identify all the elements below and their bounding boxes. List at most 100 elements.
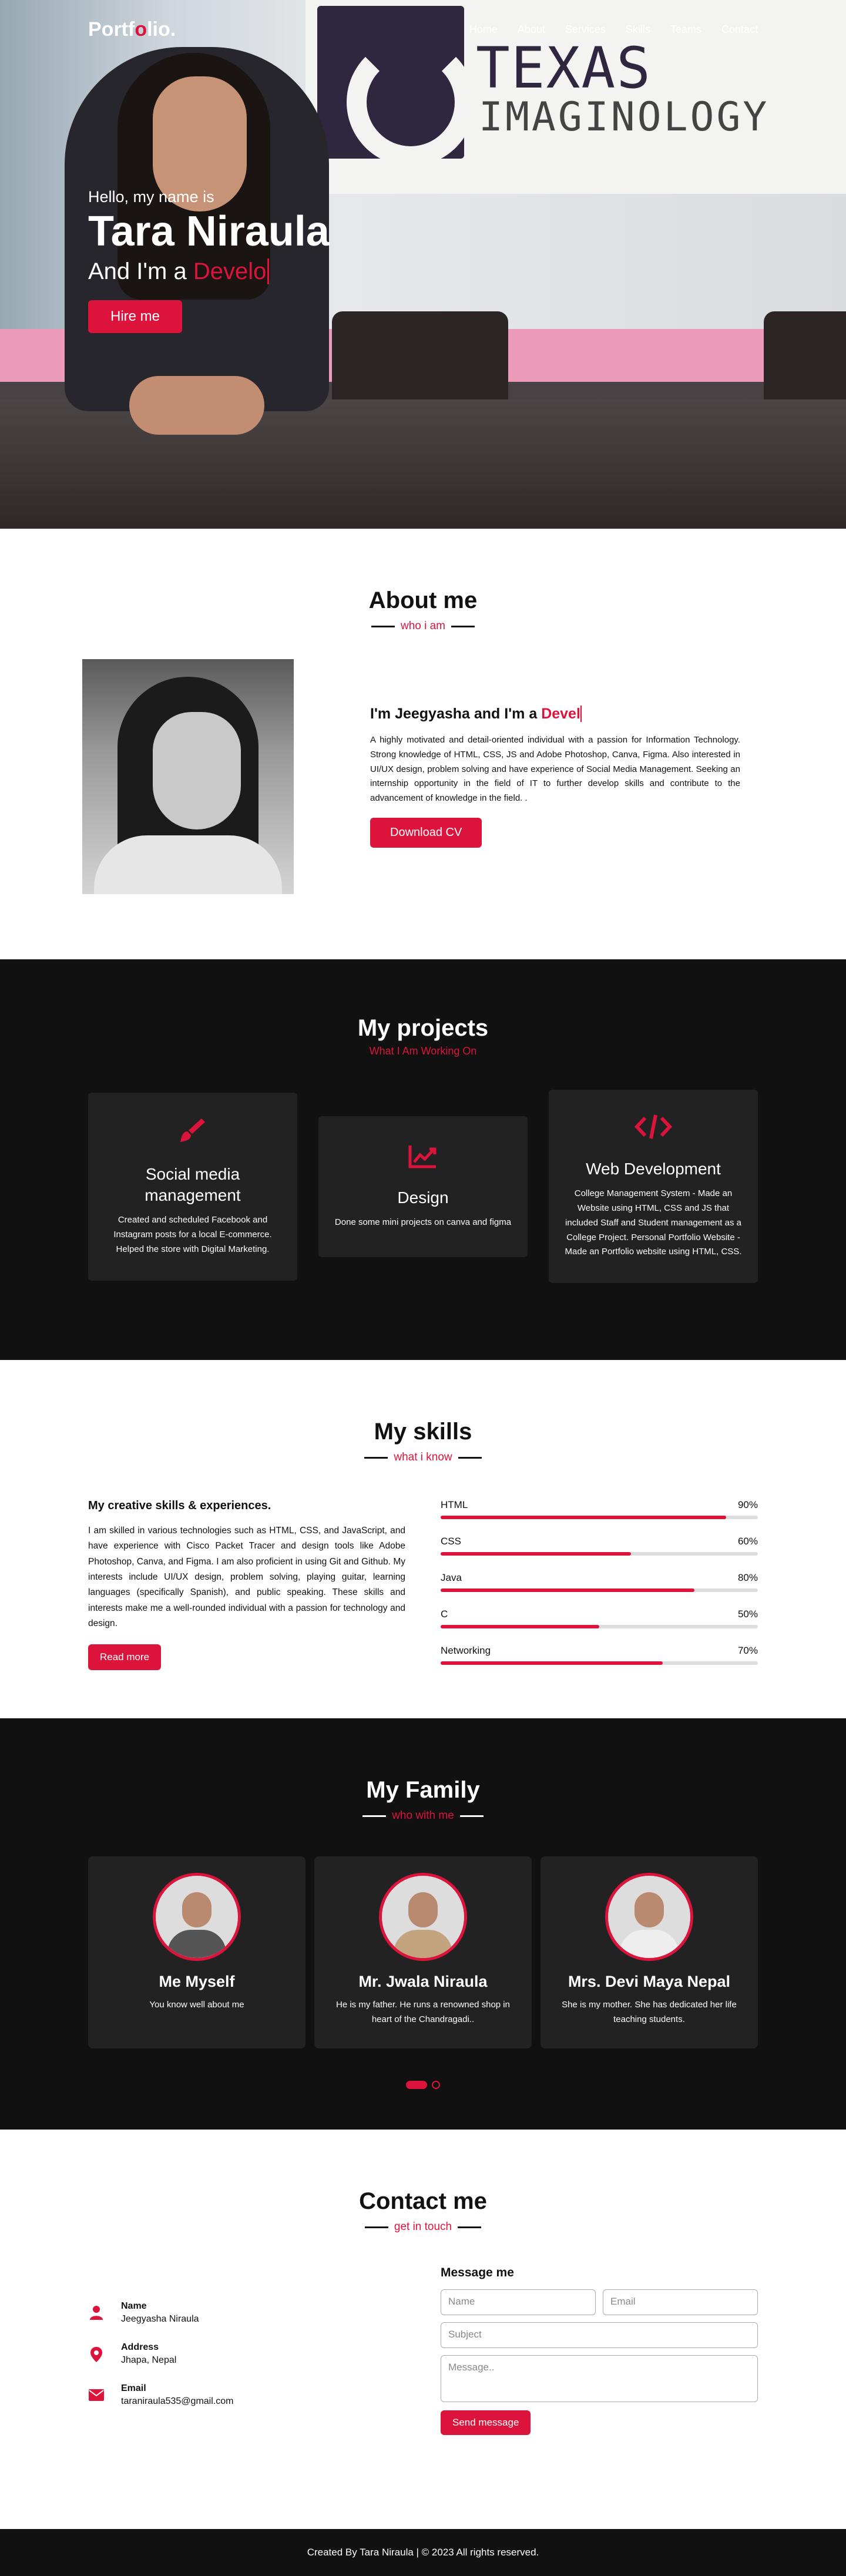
- family-card: Mr. Jwala Niraula He is my father. He ru…: [314, 1856, 532, 2048]
- photo-face: [153, 712, 241, 829]
- skill-track: [441, 1588, 758, 1592]
- hero-text: Hello, my name is Tara Niraula And I'm a…: [88, 188, 330, 334]
- name-field[interactable]: Name: [441, 2289, 596, 2315]
- avatar: [605, 1873, 693, 1961]
- avatar: [153, 1873, 241, 1961]
- family-member-name: Mrs. Devi Maya Nepal: [568, 1973, 731, 1990]
- contact-row-email: Email taraniraula535@gmail.com: [88, 2383, 405, 2407]
- skill-percent: 80%: [737, 1572, 758, 1583]
- family-member-name: Me Myself: [159, 1973, 235, 1990]
- family-member-text: You know well about me: [149, 2000, 244, 2010]
- contact-title: Contact me: [359, 2188, 487, 2214]
- contact-value: Jhapa, Nepal: [121, 2355, 177, 2365]
- footer-text: Created By Tara Niraula | © 2023 All rig…: [307, 2547, 539, 2558]
- family-subtitle-text: who with me: [392, 1809, 454, 1822]
- skills-content: My creative skills & experiences. I am s…: [88, 1499, 758, 1681]
- project-card-text: Created and scheduled Facebook and Insta…: [113, 1215, 272, 1254]
- nav-home[interactable]: Home: [469, 23, 498, 36]
- family-card: Mrs. Devi Maya Nepal She is my mother. S…: [540, 1856, 758, 2048]
- contact-label: Email: [121, 2383, 146, 2393]
- skills-section: My skills what i know My creative skills…: [0, 1360, 846, 1718]
- about-content: I'm Jeegyasha and I'm a Devel A highly m…: [82, 659, 758, 894]
- projects-title: My projects: [357, 1015, 489, 1041]
- avatar-body: [167, 1930, 226, 1958]
- hero-section: TEXAS IMAGINOLOGY Hello, my name is Tara…: [0, 0, 846, 529]
- skill-name: C: [441, 1608, 448, 1620]
- skill-percent: 70%: [737, 1645, 758, 1656]
- hero-role-typed: Develo: [193, 258, 270, 285]
- skill-bar: HTML 90%: [441, 1499, 758, 1519]
- nav-menu: Home About Services Skills Teams Contact: [469, 23, 758, 36]
- contact-row-address: Address Jhapa, Nepal: [88, 2342, 405, 2366]
- logo-highlight: o: [135, 18, 147, 41]
- about-subtitle-text: who i am: [400, 620, 446, 632]
- contact-subtitle-text: get in touch: [394, 2221, 452, 2233]
- send-message-button[interactable]: Send message: [441, 2410, 531, 2435]
- skill-name: Networking: [441, 1645, 491, 1656]
- hero-greeting: Hello, my name is: [88, 188, 214, 206]
- project-cards: Social media management Created and sche…: [88, 1090, 758, 1284]
- skills-heading: My creative skills & experiences.: [88, 1499, 271, 1512]
- logo[interactable]: Portfolio.: [88, 18, 176, 41]
- email-field[interactable]: Email: [603, 2289, 758, 2315]
- nav-services[interactable]: Services: [565, 23, 606, 36]
- project-card[interactable]: Web Development College Management Syste…: [549, 1090, 758, 1284]
- skill-track: [441, 1552, 758, 1556]
- skill-percent: 90%: [737, 1499, 758, 1510]
- envelope-icon: [88, 2388, 105, 2404]
- read-more-button[interactable]: Read more: [88, 1644, 162, 1671]
- skills-subtitle-text: what i know: [394, 1451, 452, 1463]
- skill-bar: CSS 60%: [441, 1536, 758, 1556]
- family-section: My Family who with me Me Myself You know…: [0, 1718, 846, 2130]
- hero-chair: [764, 311, 846, 411]
- hero-table: [0, 399, 846, 529]
- carousel-dot-active[interactable]: [406, 2080, 427, 2089]
- subtitle-dash: [371, 625, 395, 627]
- nav-contact[interactable]: Contact: [721, 23, 758, 36]
- skill-fill: [441, 1625, 599, 1628]
- map-marker-icon: [88, 2347, 105, 2366]
- subject-field[interactable]: Subject: [441, 2322, 758, 2348]
- projects-subtitle: What I Am Working On: [369, 1045, 477, 1057]
- contact-info: Name Jeegyasha Niraula Address Jhapa, Nepa…: [88, 2266, 405, 2435]
- user-icon: [88, 2306, 105, 2323]
- carousel-dot[interactable]: [432, 2080, 440, 2089]
- skill-fill: [441, 1661, 663, 1665]
- family-member-text: She is my mother. She has dedicated her …: [562, 2000, 737, 2024]
- contact-label: Name: [121, 2301, 147, 2311]
- hero-name: Tara Niraula: [88, 208, 330, 255]
- skills-body: I am skilled in various technologies suc…: [88, 1526, 405, 1629]
- hero-person-hands: [129, 376, 264, 435]
- skill-bar: C 50%: [441, 1608, 758, 1628]
- form-row: Subject: [441, 2322, 758, 2348]
- skill-track: [441, 1661, 758, 1665]
- skill-percent: 50%: [737, 1608, 758, 1620]
- logo-text-end: lio.: [147, 18, 176, 41]
- avatar-body: [620, 1930, 679, 1958]
- contact-value[interactable]: taraniraula535@gmail.com: [121, 2396, 233, 2407]
- subtitle-dash: [459, 1815, 484, 1817]
- project-card[interactable]: Social media management Created and sche…: [88, 1092, 297, 1281]
- project-card[interactable]: Design Done some mini projects on canva …: [318, 1116, 528, 1257]
- project-card-text: College Management System - Made an Webs…: [565, 1188, 742, 1257]
- skill-percent: 60%: [737, 1536, 758, 1547]
- nav-about[interactable]: About: [518, 23, 545, 36]
- skill-track: [441, 1516, 758, 1519]
- skill-bar: Networking 70%: [441, 1645, 758, 1665]
- subtitle-dash: [451, 625, 475, 627]
- skills-description: My creative skills & experiences. I am s…: [88, 1499, 405, 1681]
- contact-value: Jeegyasha Niraula: [121, 2314, 199, 2324]
- avatar-face: [634, 1892, 664, 1927]
- form-title: Message me: [441, 2266, 514, 2279]
- nav-skills[interactable]: Skills: [626, 23, 650, 36]
- about-headline-typed: Devel: [541, 705, 582, 722]
- message-textarea[interactable]: Message..: [441, 2355, 758, 2402]
- download-cv-button[interactable]: Download CV: [370, 818, 482, 848]
- contact-section: Contact me get in touch Name Jeegyasha Ni…: [0, 2130, 846, 2529]
- subtitle-dash: [362, 1815, 387, 1817]
- nav-teams[interactable]: Teams: [670, 23, 701, 36]
- skill-name: Java: [441, 1572, 462, 1583]
- family-subtitle: who with me: [88, 1809, 758, 1822]
- project-card-text: Done some mini projects on canva and fig…: [334, 1217, 512, 1227]
- hire-me-button[interactable]: Hire me: [88, 300, 183, 334]
